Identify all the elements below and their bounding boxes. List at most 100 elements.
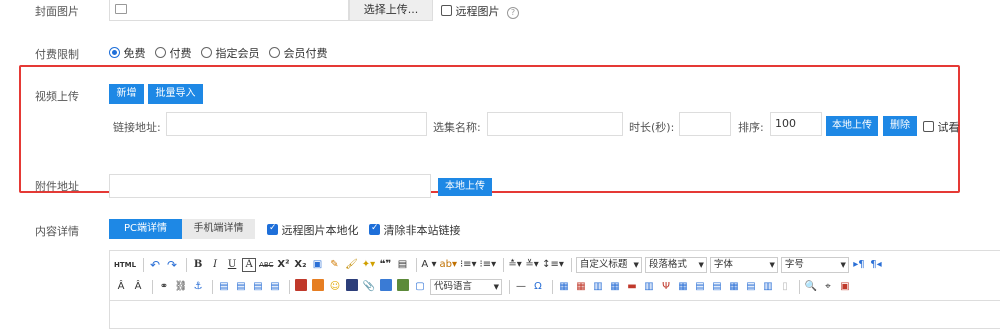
subscript-icon[interactable]: X₂ [293,257,307,273]
delete-col-icon[interactable]: Ψ [659,279,673,295]
radio-member-paid[interactable] [269,47,280,58]
order-input[interactable]: 100 [770,112,822,136]
link-icon[interactable]: ⚭ [157,279,171,295]
pay-option-member-paid[interactable]: 会员付费 [269,47,328,60]
blockquote-icon[interactable]: ▣ [310,257,324,273]
line-height-icon[interactable]: ↕≡▾ [542,257,564,273]
remote-local-checkbox[interactable] [267,223,278,235]
background-color-icon[interactable]: ab▾ [439,257,457,273]
indent-icon[interactable]: Â [114,279,128,295]
italic-icon[interactable]: I [208,257,222,273]
remote-image-checkbox[interactable] [441,5,452,16]
radio-paid[interactable] [155,47,166,58]
help-icon[interactable]: ? [507,7,519,19]
trial-checkbox[interactable] [923,121,934,132]
multi-image-icon[interactable] [311,279,325,295]
scrawl-icon[interactable] [345,279,359,295]
insert-row-icon[interactable]: ▦ [608,279,622,295]
image-none-icon[interactable]: ▤ [217,279,231,295]
image-center-icon[interactable]: ▤ [268,279,282,295]
font-family-select[interactable]: 字体 ▼ [709,257,778,273]
insert-paragraph-before-table-icon[interactable]: ▥ [591,279,605,295]
code-language-select[interactable]: 代码语言 ▼ [430,279,502,295]
cover-input[interactable] [109,0,349,21]
preview-icon[interactable]: 🔍 [804,279,818,295]
insert-image-icon[interactable] [294,279,308,295]
direction-ltr-icon[interactable]: ▸¶ [852,257,866,273]
local-upload-button[interactable]: 本地上传 [826,116,878,136]
paragraph-select[interactable]: 段落格式 ▼ [644,257,707,273]
attachment-icon[interactable]: 📎 [362,279,376,295]
remote-image-option[interactable]: 远程图片 ? [441,3,519,19]
heading-select[interactable]: 自定义标题 ▼ [575,257,642,273]
charts-icon[interactable]: ▯ [778,279,792,295]
duration-input[interactable] [679,112,731,136]
delete-row-icon[interactable]: ▬ [625,279,639,295]
attachment-upload-button[interactable]: 本地上传 [438,178,492,196]
redo-icon[interactable]: ↷ [165,257,179,273]
batch-import-button[interactable]: 批量导入 [148,84,203,104]
special-chars-icon[interactable]: Ω [531,279,545,295]
tab-pc[interactable]: PC端详情 [109,219,182,239]
drafts-icon[interactable]: ▣ [838,279,852,295]
delete-button[interactable]: 删除 [883,116,917,136]
clear-links-option[interactable]: 清除非本站链接 [369,222,461,238]
html-icon[interactable]: HTML [114,257,136,273]
radio-member[interactable] [201,47,212,58]
outdent-icon[interactable]: Â [131,279,145,295]
search-replace-icon[interactable]: ⌖ [821,279,835,295]
image-left-icon[interactable]: ▤ [234,279,248,295]
split-cols-icon[interactable]: ▥ [761,279,775,295]
select-upload-button[interactable]: 选择上传... [349,0,433,21]
split-rows-icon[interactable]: ▤ [744,279,758,295]
rich-text-editor[interactable]: HTML ↶ ↷ B I U A ABC X² X₂ ▣ ✎ 🖌 ✦▾ ❝❞ ▤… [109,250,1000,329]
superscript-icon[interactable]: X² [276,257,290,273]
pay-option-paid[interactable]: 付费 [155,47,192,60]
link-input[interactable] [166,112,427,136]
fontborder-icon[interactable]: A [242,258,257,272]
trial-option[interactable]: 试看 [923,119,960,135]
font-color-icon[interactable]: A ▾ [421,257,436,273]
row-spacing-bottom-icon[interactable]: ≚▾ [525,257,539,273]
undo-icon[interactable]: ↶ [148,257,162,273]
remote-local-option[interactable]: 远程图片本地化 [267,222,359,238]
unordered-list-icon[interactable]: ⁝≡▾ [480,257,497,273]
horizontal-rule-icon[interactable]: — [514,279,528,295]
format-brush-icon[interactable]: 🖌 [344,257,358,273]
merge-right-icon[interactable]: ▤ [693,279,707,295]
remote-image-label: 远程图片 [455,5,500,18]
code-icon[interactable]: ▢ [413,279,427,295]
attachment-input[interactable] [109,174,431,198]
insert-frame-icon[interactable] [379,279,393,295]
underline-icon[interactable]: U [225,257,239,273]
anchor-icon[interactable]: ⚓ [191,279,205,295]
strikethrough-icon[interactable]: ABC [259,257,273,273]
delete-table-icon[interactable]: ▦ [574,279,588,295]
merge-cells-icon[interactable]: ▦ [676,279,690,295]
chevron-down-icon: ▼ [840,261,846,269]
ordered-list-icon[interactable]: ⁝≡▾ [460,257,477,273]
pasteplain-icon[interactable]: ✎ [327,257,341,273]
merge-down-icon[interactable]: ▤ [710,279,724,295]
image-right-icon[interactable]: ▤ [251,279,265,295]
unlink-icon[interactable]: ⛓ [174,279,188,295]
clear-format-icon[interactable]: ▤ [395,257,409,273]
split-cells-icon[interactable]: ▦ [727,279,741,295]
insert-col-icon[interactable]: ▥ [642,279,656,295]
add-button[interactable]: 新增 [109,84,144,104]
tab-mobile[interactable]: 手机端详情 [182,219,255,239]
episode-input[interactable] [487,112,623,136]
emotion-icon[interactable]: ☺ [328,279,342,295]
direction-rtl-icon[interactable]: ¶◂ [869,257,883,273]
pay-option-member[interactable]: 指定会员 [201,47,260,60]
quote-icon[interactable]: ❝❞ [378,257,392,273]
row-spacing-top-icon[interactable]: ≛▾ [508,257,522,273]
clear-links-checkbox[interactable] [369,223,380,235]
map-icon[interactable] [396,279,410,295]
auto-type-icon[interactable]: ✦▾ [361,257,375,273]
pay-option-free[interactable]: 免费 [109,47,146,60]
radio-free[interactable] [109,47,120,58]
font-size-select[interactable]: 字号 ▼ [780,257,849,273]
insert-table-icon[interactable]: ▦ [557,279,571,295]
bold-icon[interactable]: B [191,257,205,273]
